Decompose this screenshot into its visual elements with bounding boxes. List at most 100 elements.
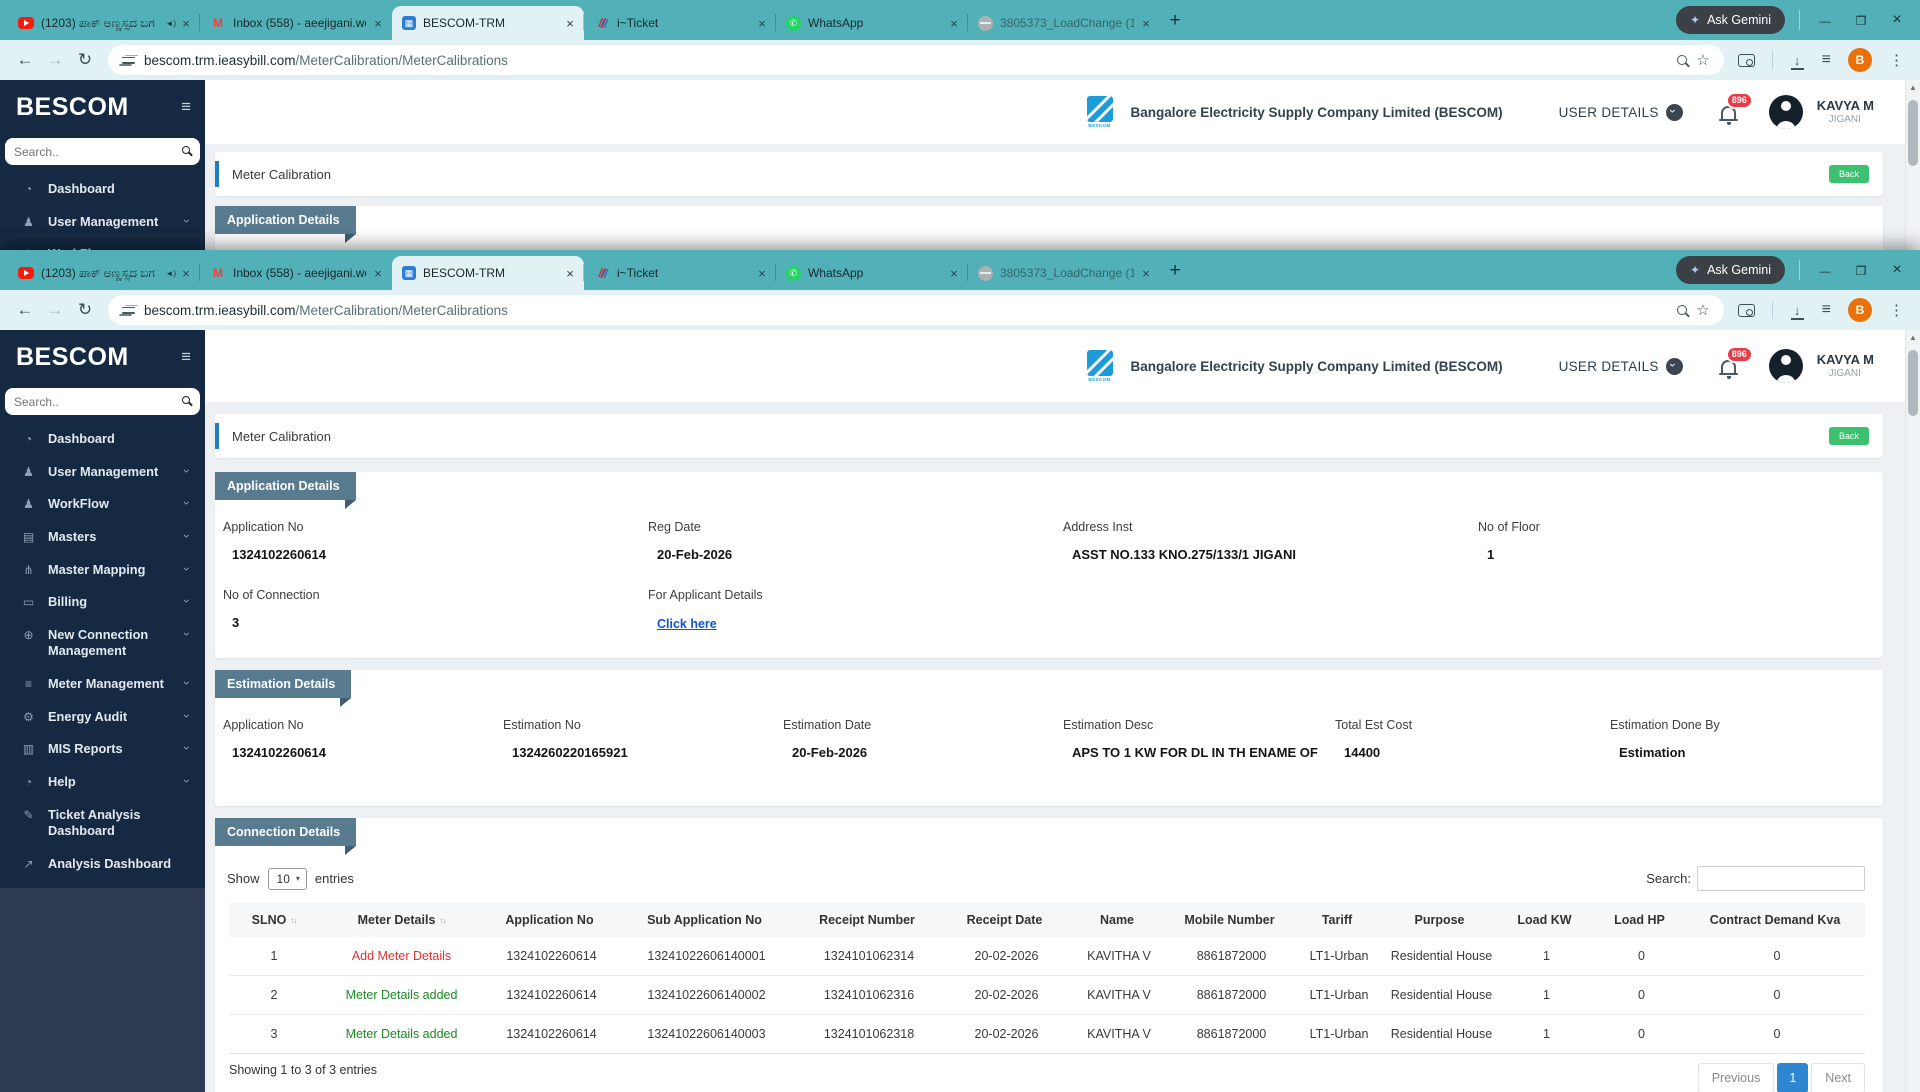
tab-close-icon[interactable] xyxy=(370,266,386,281)
back-icon[interactable] xyxy=(10,295,40,325)
forward-icon[interactable] xyxy=(40,45,70,75)
click-here-link[interactable]: Click here xyxy=(648,617,717,631)
minimize-button[interactable] xyxy=(1814,12,1836,28)
site-info-icon[interactable] xyxy=(122,55,135,66)
back-button[interactable]: Back xyxy=(1828,165,1869,183)
sidebar-item[interactable]: ♟ User Management › xyxy=(0,456,205,489)
sidebar-item[interactable]: ◔ Dashboard xyxy=(0,423,205,456)
screen-search-icon[interactable] xyxy=(1737,303,1755,317)
table-column-header[interactable]: Meter Details ↑↓ xyxy=(319,903,484,937)
browser-tab[interactable]: 3805373_LoadChange (1) (1).pd xyxy=(967,6,1160,40)
downloads-icon[interactable] xyxy=(1790,53,1805,70)
table-column-header[interactable]: Load HP xyxy=(1594,903,1689,937)
table-column-header[interactable]: Load KW xyxy=(1499,903,1594,937)
scrollbar-thumb[interactable] xyxy=(1908,100,1918,166)
sidebar-item[interactable]: ⊕ New Connection Management › xyxy=(0,619,205,668)
url-bar[interactable]: bescom.trm.ieasybill.com/MeterCalibratio… xyxy=(108,45,1724,75)
meter-details-link[interactable]: Meter Details added xyxy=(319,1015,484,1053)
browser-tab[interactable]: (1203) ಪಾಕ್ ಅಣ್ಣಸ್ಸದ ಬಗ ◄) xyxy=(8,256,200,290)
tab-close-icon[interactable] xyxy=(178,16,194,31)
page-size-select[interactable]: 10 xyxy=(267,867,307,890)
tab-close-icon[interactable] xyxy=(946,266,962,281)
restore-button[interactable] xyxy=(1850,262,1872,278)
new-tab-button[interactable]: + xyxy=(1160,6,1190,36)
notifications-bell[interactable]: 896 xyxy=(1717,346,1753,379)
page-number-button[interactable]: 1 xyxy=(1777,1063,1809,1092)
sidebar-item[interactable]: ♟ WorkFlow › xyxy=(0,488,205,521)
sidebar-item[interactable]: ▭ Billing › xyxy=(0,586,205,619)
back-icon[interactable] xyxy=(10,45,40,75)
menu-dots-icon[interactable] xyxy=(1889,51,1904,69)
bookmark-star-icon[interactable] xyxy=(1696,51,1709,69)
restore-button[interactable] xyxy=(1850,12,1872,28)
sidebar-item[interactable]: ♟ WorkFlow › xyxy=(0,238,205,250)
previous-page-button[interactable]: Previous xyxy=(1697,1063,1775,1092)
sidebar-search-input[interactable] xyxy=(5,388,200,415)
scroll-up-arrow-icon[interactable] xyxy=(1906,333,1920,342)
browser-tab[interactable]: i~Ticket xyxy=(583,6,776,40)
scrollbar[interactable] xyxy=(1905,80,1920,250)
browser-tab[interactable]: BESCOM-TRM xyxy=(392,256,584,290)
table-column-header[interactable]: Receipt Number xyxy=(794,903,944,937)
user-avatar[interactable] xyxy=(1768,95,1803,129)
browser-tab[interactable]: Inbox (558) - aeejigani.works20 xyxy=(199,6,392,40)
user-avatar[interactable] xyxy=(1768,349,1803,383)
meter-details-link[interactable]: Meter Details added xyxy=(319,976,484,1014)
window-close-button[interactable] xyxy=(1886,11,1908,29)
tab-close-icon[interactable] xyxy=(370,16,386,31)
scrollbar[interactable] xyxy=(1905,330,1920,1092)
tab-close-icon[interactable] xyxy=(562,16,578,31)
next-page-button[interactable]: Next xyxy=(1811,1063,1865,1092)
ask-gemini-button[interactable]: ✦ Ask Gemini xyxy=(1676,256,1785,284)
user-details-dropdown[interactable]: USER DETAILS xyxy=(1559,103,1683,121)
reload-icon[interactable] xyxy=(70,45,100,75)
zoom-icon[interactable] xyxy=(1677,55,1688,65)
browser-tab[interactable]: BESCOM-TRM xyxy=(392,6,584,40)
table-column-header[interactable]: Mobile Number xyxy=(1169,903,1294,937)
meter-details-link[interactable]: Add Meter Details xyxy=(319,937,484,975)
sidebar-item[interactable]: ↗ Analysis Dashboard xyxy=(0,848,205,881)
tab-close-icon[interactable] xyxy=(1138,266,1154,281)
notifications-bell[interactable]: 896 xyxy=(1717,92,1753,125)
tab-close-icon[interactable] xyxy=(178,266,194,281)
sidebar-item[interactable]: ⚙ Energy Audit › xyxy=(0,701,205,734)
reading-list-icon[interactable] xyxy=(1822,301,1831,319)
sidebar-item[interactable]: ▤ Masters › xyxy=(0,521,205,554)
browser-tab[interactable]: (1203) ಪಾಕ್ ಅಣ್ಣಸ್ಸದ ಬಗ ◄) xyxy=(8,6,200,40)
new-tab-button[interactable]: + xyxy=(1160,256,1190,286)
reading-list-icon[interactable] xyxy=(1822,51,1831,69)
sidebar-item[interactable]: ⋔ Master Mapping › xyxy=(0,554,205,587)
table-column-header[interactable]: Receipt Date xyxy=(944,903,1069,937)
hamburger-menu-icon[interactable] xyxy=(181,97,191,117)
scrollbar-thumb[interactable] xyxy=(1908,350,1918,416)
sidebar-search-input[interactable] xyxy=(5,138,200,165)
sidebar-item[interactable]: ◔ Dashboard xyxy=(0,173,205,206)
tab-close-icon[interactable] xyxy=(562,266,578,281)
profile-avatar[interactable]: B xyxy=(1848,48,1872,72)
scroll-up-arrow-icon[interactable] xyxy=(1906,83,1920,92)
sidebar-item[interactable]: ✎ Ticket Analysis Dashboard xyxy=(0,799,205,848)
screen-search-icon[interactable] xyxy=(1737,53,1755,67)
back-button[interactable]: Back xyxy=(1828,427,1869,445)
site-info-icon[interactable] xyxy=(122,305,135,316)
user-details-dropdown[interactable]: USER DETAILS xyxy=(1559,357,1683,375)
sidebar-item[interactable]: ≡ Meter Management › xyxy=(0,668,205,701)
browser-tab[interactable]: WhatsApp xyxy=(775,256,968,290)
reload-icon[interactable] xyxy=(70,295,100,325)
table-column-header[interactable]: Sub Application No xyxy=(619,903,794,937)
search-icon[interactable] xyxy=(182,396,190,404)
tab-close-icon[interactable] xyxy=(946,16,962,31)
downloads-icon[interactable] xyxy=(1790,303,1805,320)
browser-tab[interactable]: Inbox (558) - aeejigani.works20 xyxy=(199,256,392,290)
profile-avatar[interactable]: B xyxy=(1848,298,1872,322)
bookmark-star-icon[interactable] xyxy=(1696,301,1709,319)
ask-gemini-button[interactable]: ✦ Ask Gemini xyxy=(1676,6,1785,34)
table-column-header[interactable]: Tariff xyxy=(1294,903,1384,937)
browser-tab[interactable]: 3805373_LoadChange (1) (1).pd xyxy=(967,256,1160,290)
table-column-header[interactable]: Name xyxy=(1069,903,1169,937)
table-column-header[interactable]: Purpose xyxy=(1384,903,1499,937)
minimize-button[interactable] xyxy=(1814,262,1836,278)
forward-icon[interactable] xyxy=(40,295,70,325)
search-icon[interactable] xyxy=(182,146,190,154)
url-bar[interactable]: bescom.trm.ieasybill.com/MeterCalibratio… xyxy=(108,295,1724,325)
